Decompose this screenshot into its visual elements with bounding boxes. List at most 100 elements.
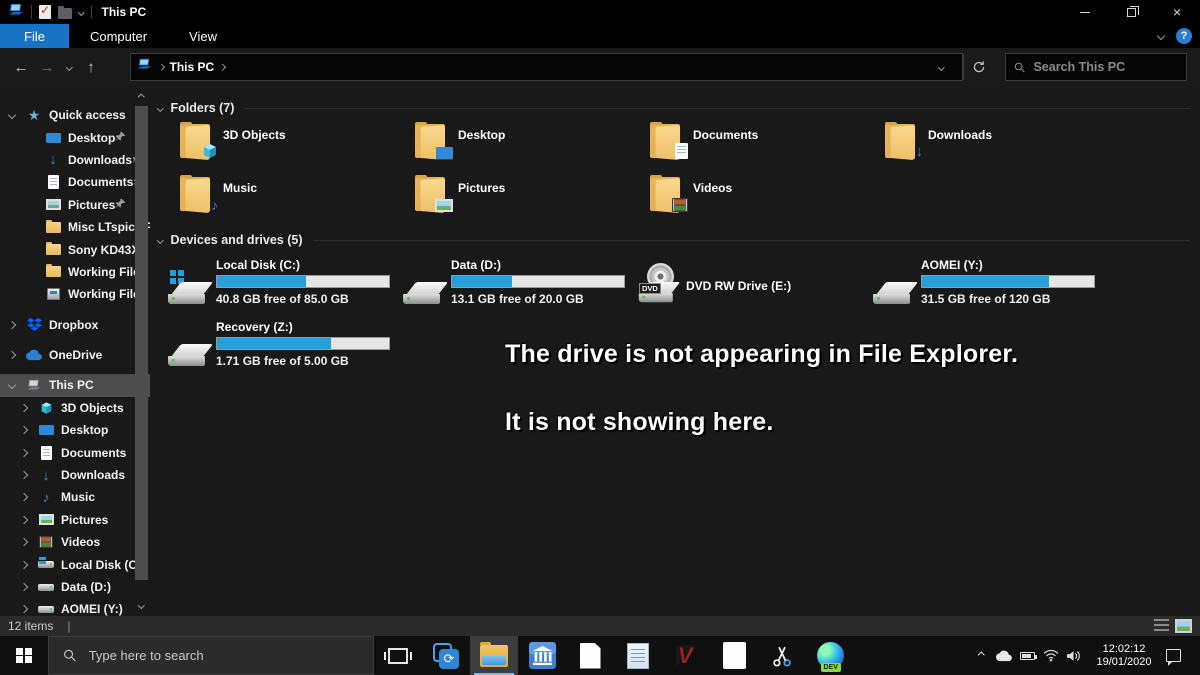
drive-tile-recovery-z[interactable]: Recovery (Z:) 1.71 GB free of 5.00 GB [164, 318, 399, 376]
battery-icon[interactable] [1016, 652, 1039, 660]
chevron-right-icon[interactable] [18, 584, 30, 590]
folders-section-header[interactable]: Folders (7) [158, 100, 1190, 116]
collapse-section-icon[interactable] [157, 237, 163, 243]
document-app-button[interactable] [566, 636, 614, 675]
scroll-down-icon[interactable] [139, 598, 144, 612]
breadcrumb-chevron-icon[interactable] [219, 64, 225, 70]
sidebar-item-desktop-tree[interactable]: Desktop [0, 419, 150, 441]
snipping-tool-button[interactable] [758, 636, 806, 675]
chevron-down-icon[interactable] [6, 382, 18, 388]
back-button[interactable]: ← [8, 59, 34, 76]
sidebar-item-pictures-tree[interactable]: Pictures [0, 509, 150, 531]
scrollbar-thumb[interactable] [135, 106, 148, 580]
chevron-right-icon[interactable] [6, 352, 18, 358]
sidebar-item-quick-access[interactable]: ★ Quick access [0, 104, 150, 126]
file-explorer-button[interactable] [470, 636, 518, 675]
properties-icon[interactable] [39, 5, 51, 19]
taskbar-clock[interactable]: 12:02:12 19/01/2020 [1089, 643, 1159, 669]
sidebar-item-music[interactable]: ♪ Music [0, 486, 150, 508]
devices-section-header[interactable]: Devices and drives (5) [158, 232, 1190, 248]
folder-tile-documents[interactable]: Documents [634, 122, 869, 175]
edge-dev-button[interactable]: DEV [806, 636, 854, 675]
taskbar-search-input[interactable] [89, 648, 359, 663]
notepad-app-button[interactable] [614, 636, 662, 675]
collapse-ribbon-icon[interactable] [1157, 32, 1165, 40]
sidebar-item-misc-ltspice[interactable]: Misc LTspice F [0, 216, 150, 238]
address-bar[interactable]: This PC [130, 53, 963, 81]
sidebar-item-documents-tree[interactable]: Documents [0, 441, 150, 463]
folder-tile-downloads[interactable]: ↓ Downloads [869, 122, 1104, 175]
chevron-right-icon[interactable] [18, 472, 30, 478]
recent-locations-chevron-icon[interactable] [60, 65, 78, 70]
search-input[interactable] [1033, 60, 1178, 74]
sidebar-item-downloads[interactable]: ↓ Downloads [0, 149, 150, 171]
chevron-right-icon[interactable] [18, 405, 30, 411]
start-button[interactable] [0, 636, 48, 675]
scroll-up-icon[interactable] [139, 90, 144, 104]
chevron-right-icon[interactable] [18, 606, 30, 612]
customize-toolbar-chevron-icon[interactable] [78, 9, 84, 15]
chevron-right-icon[interactable] [18, 494, 30, 500]
folder-tile-pictures[interactable]: Pictures [399, 175, 634, 228]
details-view-icon[interactable] [1154, 619, 1169, 632]
sidebar-item-documents[interactable]: Documents [0, 171, 150, 193]
forward-button[interactable]: → [34, 59, 60, 76]
sidebar-item-3d-objects[interactable]: 3D Objects [0, 397, 150, 419]
calculator-button[interactable] [710, 636, 758, 675]
onedrive-tray-icon[interactable] [993, 650, 1016, 662]
drive-tile-dvd-e[interactable]: DVD DVD RW Drive (E:) [634, 256, 869, 314]
chevron-right-icon[interactable] [18, 450, 30, 456]
sidebar-scrollbar[interactable] [134, 90, 149, 612]
refresh-button[interactable] [963, 54, 993, 80]
sidebar-item-local-disk-c[interactable]: Local Disk (C: [0, 553, 150, 575]
tab-computer[interactable]: Computer [69, 24, 168, 48]
search-box[interactable] [1005, 53, 1187, 81]
backup-app-button[interactable]: ⟳ [422, 636, 470, 675]
folder-tile-videos[interactable]: Videos [634, 175, 869, 228]
v-app-button[interactable]: V [662, 636, 710, 675]
tray-chevron-up-icon[interactable] [970, 653, 993, 658]
breadcrumb[interactable]: This PC [170, 60, 215, 74]
sidebar-item-sony-kd43xd[interactable]: Sony KD43XD [0, 238, 150, 260]
sidebar-item-pictures[interactable]: Pictures [0, 194, 150, 216]
maximize-button[interactable] [1108, 0, 1154, 24]
chevron-down-icon[interactable] [6, 112, 18, 118]
sidebar-item-dropbox[interactable]: Dropbox [0, 314, 150, 336]
sidebar-item-downloads-tree[interactable]: ↓ Downloads [0, 464, 150, 486]
speaker-icon[interactable] [1062, 650, 1085, 662]
folder-tile-desktop[interactable]: Desktop [399, 122, 634, 175]
wifi-icon[interactable] [1039, 649, 1062, 662]
action-center-button[interactable] [1163, 649, 1186, 662]
up-button[interactable]: ↑ [78, 59, 104, 76]
minimize-button[interactable] [1062, 0, 1108, 24]
chevron-right-icon[interactable] [18, 562, 30, 568]
chevron-right-icon[interactable] [6, 322, 18, 328]
drive-tile-local-disk-c[interactable]: Local Disk (C:) 40.8 GB free of 85.0 GB [164, 256, 399, 314]
close-button[interactable]: × [1154, 0, 1200, 24]
tab-file[interactable]: File [0, 24, 69, 48]
taskbar-search[interactable] [48, 636, 374, 675]
tab-view[interactable]: View [168, 24, 238, 48]
sidebar-item-desktop[interactable]: Desktop [0, 126, 150, 148]
folder-tile-music[interactable]: ♪ Music [164, 175, 399, 228]
collapse-section-icon[interactable] [157, 105, 163, 111]
folder-tile-3d-objects[interactable]: 3D Objects [164, 122, 399, 175]
task-view-button[interactable] [374, 636, 422, 675]
sidebar-item-working-files-2[interactable]: Working Files [0, 283, 150, 305]
large-icons-view-icon[interactable] [1175, 619, 1192, 633]
new-folder-icon[interactable] [58, 8, 72, 19]
bank-app-button[interactable] [518, 636, 566, 675]
breadcrumb-chevron-icon[interactable] [158, 64, 164, 70]
sidebar-item-data-d[interactable]: Data (D:) [0, 576, 150, 598]
sidebar-item-this-pc[interactable]: This PC [0, 374, 150, 396]
chevron-right-icon[interactable] [18, 539, 30, 545]
drive-tile-aomei-y[interactable]: AOMEI (Y:) 31.5 GB free of 120 GB [869, 256, 1104, 314]
chevron-right-icon[interactable] [18, 427, 30, 433]
sidebar-item-videos[interactable]: Videos [0, 531, 150, 553]
address-dropdown-chevron-icon[interactable] [926, 65, 956, 70]
help-icon[interactable]: ? [1176, 28, 1192, 44]
sidebar-item-onedrive[interactable]: OneDrive [0, 344, 150, 366]
drive-tile-data-d[interactable]: Data (D:) 13.1 GB free of 20.0 GB [399, 256, 634, 314]
chevron-right-icon[interactable] [18, 517, 30, 523]
sidebar-item-aomei-y[interactable]: AOMEI (Y:) [0, 598, 150, 616]
